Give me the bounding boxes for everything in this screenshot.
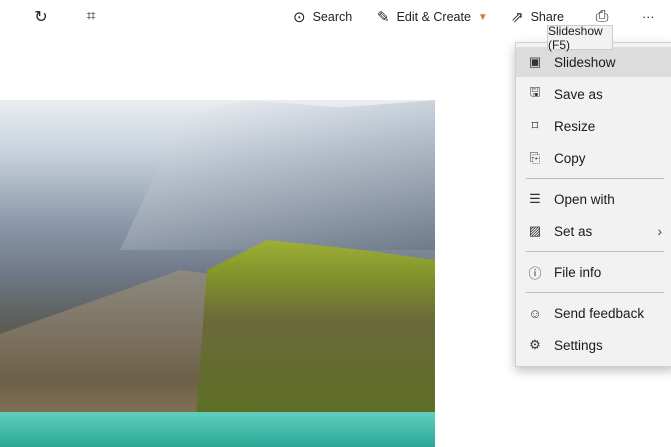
menu-label: Settings <box>554 337 603 353</box>
search-button[interactable]: ⊙ Search <box>293 8 352 26</box>
menu-label: Save as <box>554 86 603 102</box>
menu-item-copy[interactable]: ⎘ Copy <box>516 143 671 173</box>
menu-label: Set as <box>554 223 593 239</box>
chevron-right-icon: › <box>657 223 662 239</box>
copy-icon: ⎘ <box>529 150 541 165</box>
more-button[interactable]: ··· <box>642 8 655 26</box>
menu-item-slideshow[interactable]: ▣ Slideshow <box>516 47 671 77</box>
more-label: ··· <box>642 10 655 24</box>
resize-icon: ⌑ <box>531 118 539 133</box>
rotate-icon[interactable]: ↻ <box>30 6 52 28</box>
menu-separator <box>526 292 664 293</box>
menu-item-file-info[interactable]: ⓘ File info <box>516 257 671 287</box>
search-label: Search <box>312 10 353 24</box>
chevron-down-icon: ▼ <box>477 11 488 23</box>
menu-separator <box>526 251 664 252</box>
menu-label: Resize <box>554 118 596 134</box>
menu-item-save-as[interactable]: 🖫 Save as <box>516 79 671 109</box>
edit-create-label: Edit & Create <box>396 10 471 24</box>
open-with-icon: ☰ <box>529 191 541 206</box>
menu-item-resize[interactable]: ⌑ Resize <box>516 111 671 141</box>
menu-item-send-feedback[interactable]: ☺ Send feedback <box>516 298 671 328</box>
menu-label: File info <box>554 264 602 280</box>
photo-image <box>0 100 435 447</box>
edit-create-button[interactable]: ✎ Edit & Create ▼ <box>377 8 488 26</box>
slideshow-icon: ▣ <box>528 54 542 69</box>
edit-icon: ✎ <box>377 9 390 26</box>
save-icon: 🖫 <box>529 84 541 99</box>
gear-icon: ⚙ <box>529 337 541 352</box>
menu-label: Send feedback <box>554 305 645 321</box>
slideshow-tooltip: Slideshow (F5) <box>547 24 613 52</box>
menu-label: Slideshow <box>554 54 616 70</box>
more-menu: ▣ Slideshow 🖫 Save as ⌑ Resize ⎘ Copy ☰ Open … <box>515 42 671 367</box>
search-icon: ⊙ <box>293 9 306 26</box>
info-icon: ⓘ <box>528 265 542 281</box>
feedback-icon: ☺ <box>528 305 542 321</box>
share-icon: ⇗ <box>511 9 524 26</box>
menu-item-open-with[interactable]: ☰ Open with <box>516 184 671 214</box>
set-as-icon: ▨ <box>528 223 542 238</box>
menu-label: Copy <box>554 150 586 166</box>
crop-icon[interactable]: ⌗ <box>80 6 102 28</box>
menu-separator <box>526 178 664 179</box>
menu-item-set-as[interactable]: ▨ Set as › <box>516 216 671 246</box>
share-label: Share <box>530 10 564 24</box>
menu-label: Open with <box>554 191 615 207</box>
menu-item-settings[interactable]: ⚙ Settings <box>516 330 671 360</box>
